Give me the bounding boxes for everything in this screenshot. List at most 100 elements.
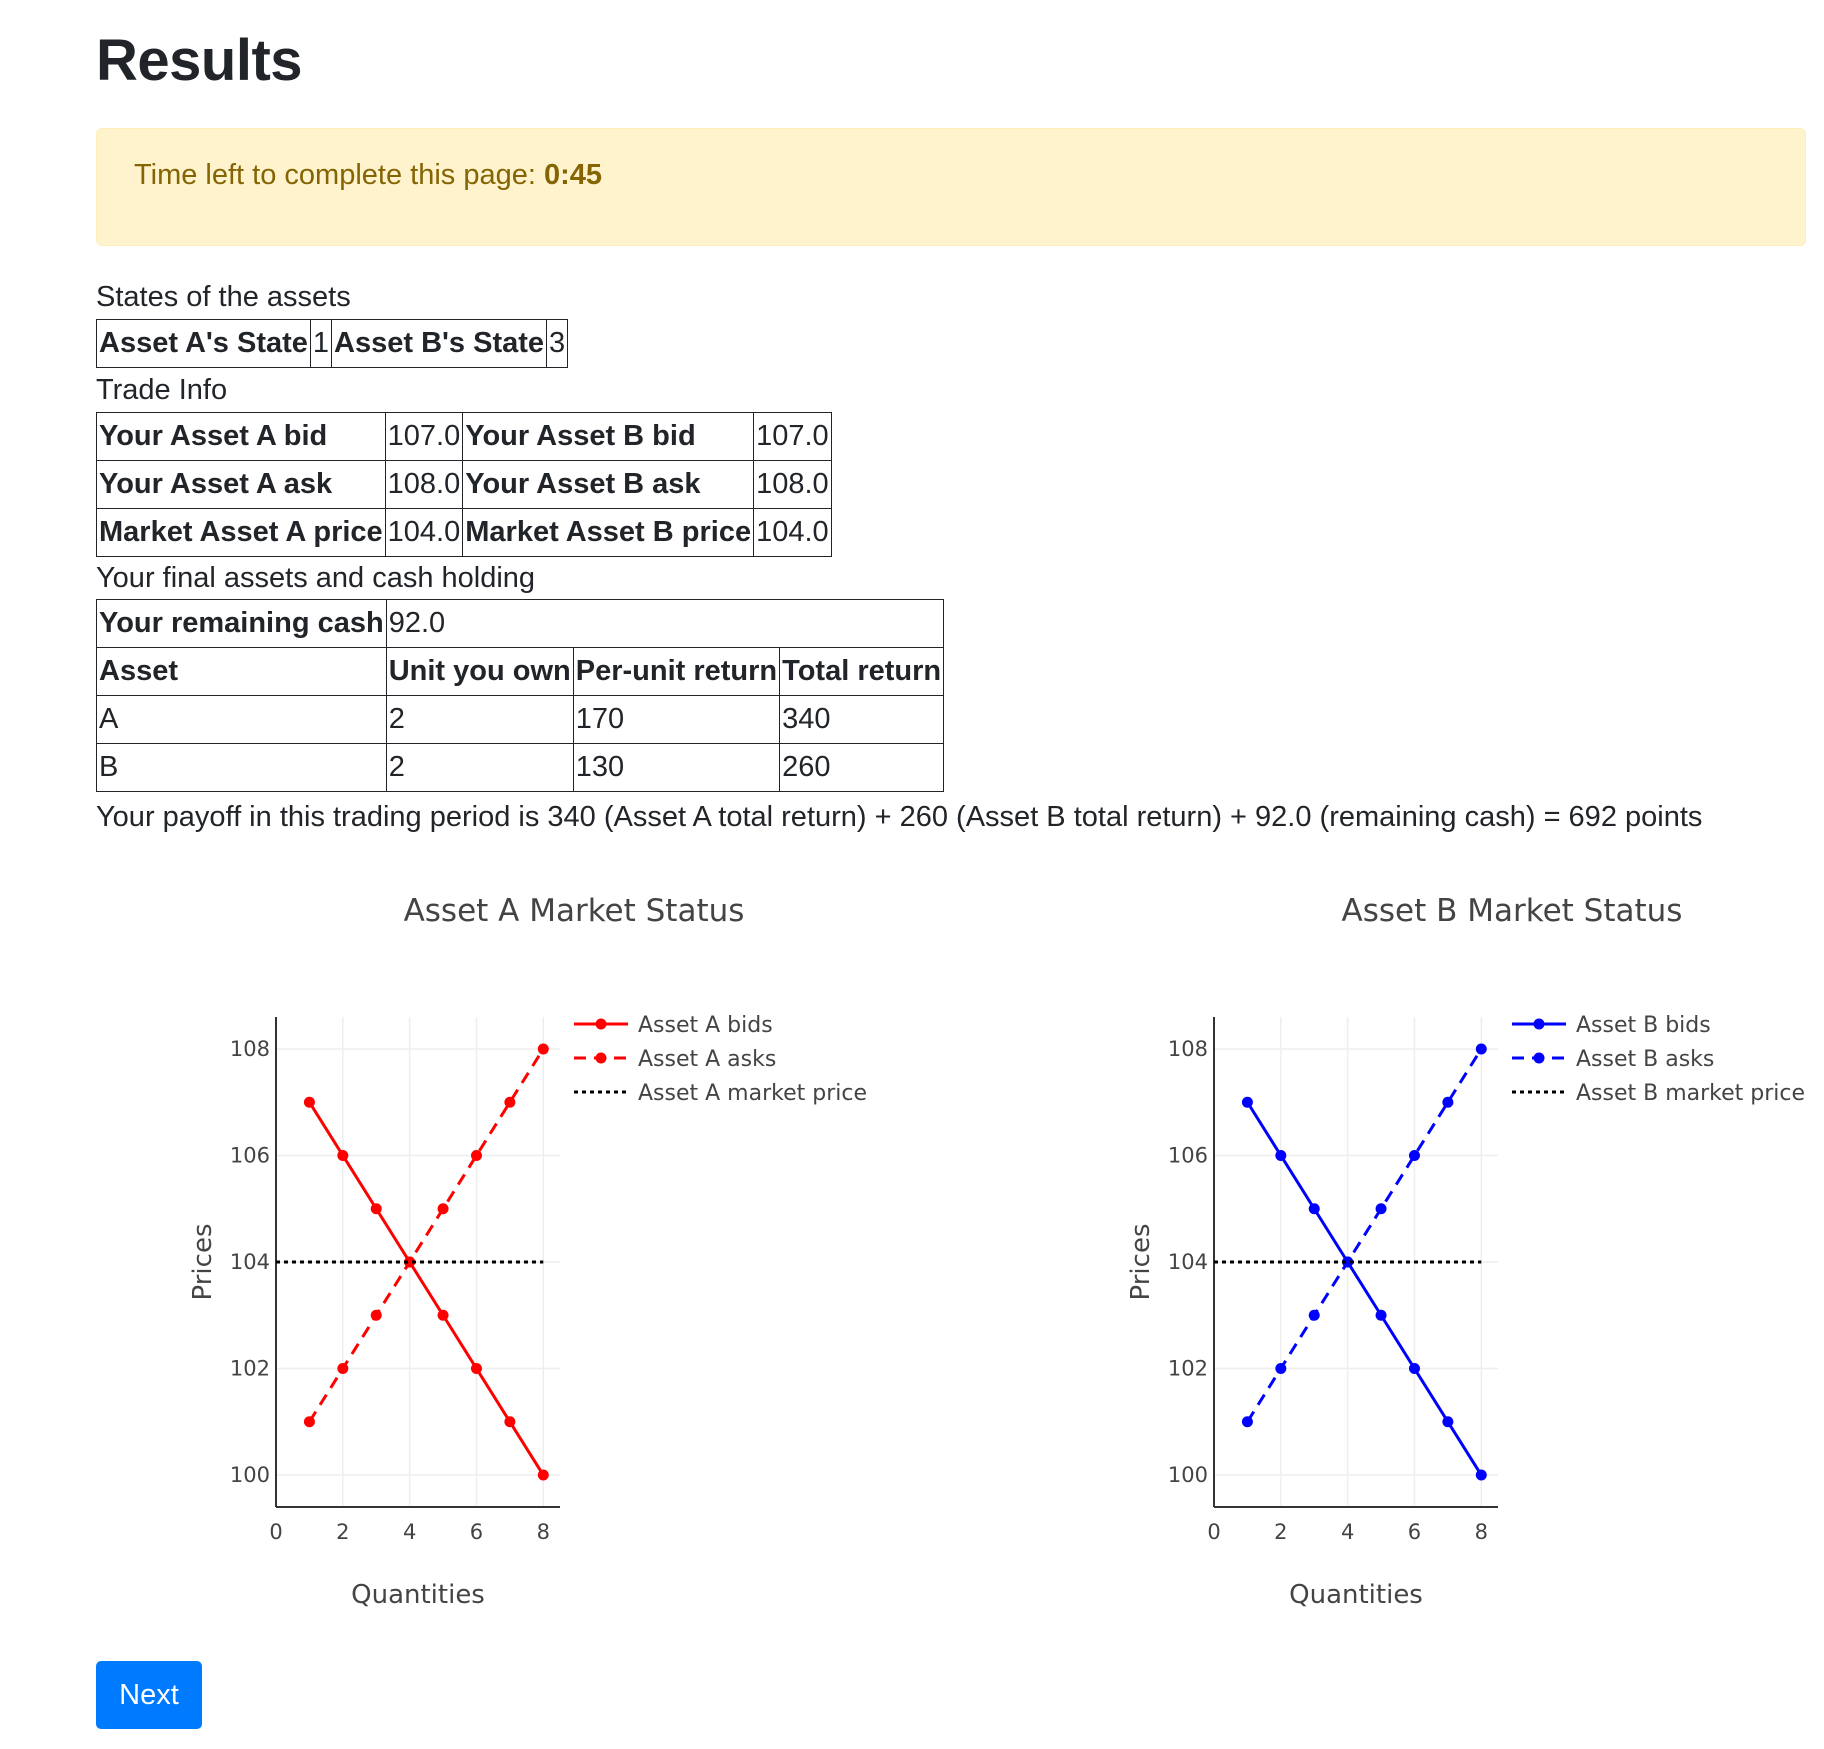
column-header: Asset <box>96 647 387 696</box>
data-point <box>437 1203 449 1215</box>
next-button[interactable]: Next <box>96 1661 202 1729</box>
cash-label: Your remaining cash <box>96 599 387 648</box>
data-point <box>1442 1416 1454 1428</box>
x-tick-label: 0 <box>1207 1520 1220 1544</box>
y-tick-label: 102 <box>1168 1357 1208 1381</box>
trade-value: 104.0 <box>384 508 464 557</box>
y-tick-label: 106 <box>1168 1143 1208 1167</box>
legend-marker <box>595 1052 607 1064</box>
legend-marker <box>1533 1018 1545 1030</box>
x-tick-label: 8 <box>537 1520 550 1544</box>
data-point <box>1375 1203 1387 1215</box>
payoff-text: Your payoff in this trading period is 34… <box>96 801 1703 833</box>
table-cell: 340 <box>779 695 945 744</box>
timer-text: Time left to complete this page: 0:45 <box>134 159 602 192</box>
data-point <box>504 1096 516 1108</box>
data-point <box>1275 1363 1287 1375</box>
trade-label: Market Asset B price <box>462 508 755 557</box>
y-tick-label: 102 <box>230 1357 270 1381</box>
data-point <box>1375 1309 1387 1321</box>
x-axis-title: Quantities <box>351 1580 485 1610</box>
data-point <box>1475 1043 1487 1055</box>
table-row: A 2 170 340 <box>96 695 945 744</box>
cash-value: 92.0 <box>385 599 945 648</box>
asset-b-state-value: 3 <box>546 319 569 368</box>
states-caption: States of the assets <box>96 281 351 313</box>
legend-marker <box>595 1018 607 1030</box>
trade-label: Your Asset A ask <box>96 460 386 509</box>
table-row: B 2 130 260 <box>96 743 945 792</box>
y-tick-label: 108 <box>1168 1037 1208 1061</box>
data-point <box>1241 1416 1253 1428</box>
table-row: Your Asset A ask 108.0 Your Asset B ask … <box>96 460 832 509</box>
data-point <box>337 1149 349 1161</box>
x-tick-label: 6 <box>470 1520 483 1544</box>
data-point <box>537 1469 549 1481</box>
table-cell: 130 <box>572 743 781 792</box>
table-cell: 2 <box>385 743 574 792</box>
data-point <box>1475 1469 1487 1481</box>
legend-label: Asset B asks <box>1576 1047 1714 1072</box>
x-tick-label: 0 <box>269 1520 282 1544</box>
trade-caption: Trade Info <box>96 374 228 406</box>
x-axis-title: Quantities <box>1289 1580 1423 1610</box>
legend-label: Asset A asks <box>638 1047 776 1072</box>
table-cell: 170 <box>572 695 781 744</box>
holdings-caption: Your final assets and cash holding <box>96 562 536 594</box>
data-point <box>1408 1363 1420 1375</box>
trade-table: Your Asset A bid 107.0 Your Asset B bid … <box>96 412 832 557</box>
states-table: Asset A's State 1 Asset B's State 3 <box>96 319 569 368</box>
table-cell: 260 <box>779 743 945 792</box>
data-point <box>437 1309 449 1321</box>
y-axis-title: Prices <box>188 1224 218 1301</box>
timer-alert: Time left to complete this page: 0:45 <box>96 128 1806 246</box>
trade-value: 107.0 <box>384 412 464 461</box>
chart-title-asset-a: Asset A Market Status <box>403 893 745 929</box>
table-row: Asset Unit you own Per-unit return Total… <box>96 647 945 696</box>
table-cell: A <box>96 695 387 744</box>
trade-value: 108.0 <box>384 460 464 509</box>
y-tick-label: 104 <box>1168 1250 1208 1274</box>
y-axis-title: Prices <box>1126 1224 1156 1301</box>
column-header: Total return <box>779 647 945 696</box>
data-point <box>303 1096 315 1108</box>
table-cell: 2 <box>385 695 574 744</box>
x-tick-label: 2 <box>336 1520 349 1544</box>
table-row: Asset A's State 1 Asset B's State 3 <box>96 319 569 368</box>
table-row: Market Asset A price 104.0 Market Asset … <box>96 508 832 557</box>
timer-value: 0:45 <box>543 159 603 191</box>
table-row: Your remaining cash 92.0 <box>96 599 945 648</box>
legend-label: Asset B bids <box>1576 1013 1711 1038</box>
data-point <box>370 1203 382 1215</box>
data-point <box>1442 1096 1454 1108</box>
chart-title-asset-b: Asset B Market Status <box>1341 893 1683 929</box>
page-title: Results <box>96 28 303 93</box>
y-tick-label: 108 <box>230 1037 270 1061</box>
x-tick-label: 4 <box>1341 1520 1354 1544</box>
y-tick-label: 106 <box>230 1143 270 1167</box>
data-point <box>470 1363 482 1375</box>
asset-b-market-chart: 0 2 4 6 8 100 102 104 106 108 Quantities Prices Asse… <box>1126 1013 1805 1610</box>
asset-b-state-label: Asset B's State <box>331 319 548 368</box>
data-point <box>504 1416 516 1428</box>
legend-label: Asset A market price <box>638 1081 867 1106</box>
x-tick-label: 6 <box>1408 1520 1421 1544</box>
trade-value: 108.0 <box>753 460 832 509</box>
holdings-table: Your remaining cash 92.0 Asset Unit you … <box>96 599 945 792</box>
legend-label: Asset A bids <box>638 1013 773 1038</box>
asset-a-state-label: Asset A's State <box>96 319 311 368</box>
data-point <box>370 1309 382 1321</box>
trade-label: Your Asset A bid <box>96 412 386 461</box>
table-row: Your Asset A bid 107.0 Your Asset B bid … <box>96 412 832 461</box>
data-point <box>1275 1149 1287 1161</box>
table-cell: B <box>96 743 387 792</box>
column-header: Per-unit return <box>572 647 781 696</box>
trade-value: 104.0 <box>753 508 832 557</box>
legend-marker <box>1533 1052 1545 1064</box>
trade-label: Your Asset B bid <box>462 412 755 461</box>
data-point <box>1408 1149 1420 1161</box>
trade-label: Market Asset A price <box>96 508 386 557</box>
data-point <box>337 1363 349 1375</box>
asset-a-state-value: 1 <box>309 319 333 368</box>
data-point <box>1308 1309 1320 1321</box>
